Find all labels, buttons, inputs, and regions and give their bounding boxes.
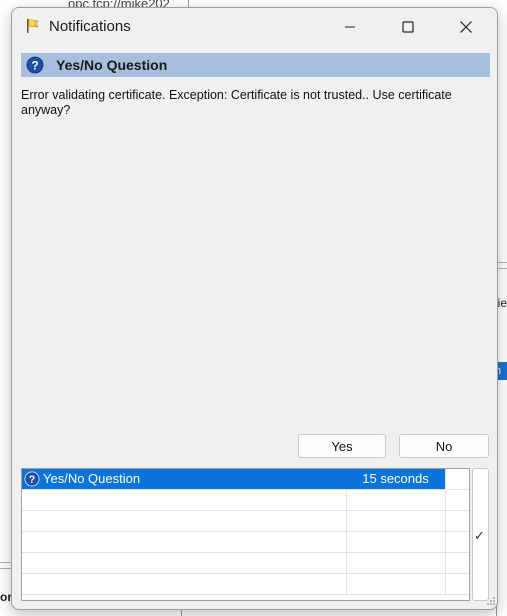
list-item-time[interactable]: [346, 532, 446, 552]
question-header-title: Yes/No Question: [56, 57, 168, 73]
no-button[interactable]: No: [399, 434, 489, 458]
list-item-title-cell[interactable]: [22, 532, 347, 552]
close-button[interactable]: [437, 8, 495, 45]
question-icon: ?: [24, 471, 40, 487]
question-icon: ?: [26, 56, 44, 74]
notification-list[interactable]: ? Yes/No Question 15 seconds: [21, 468, 470, 601]
list-item[interactable]: [22, 511, 469, 532]
app-icon: [27, 19, 39, 33]
list-item[interactable]: ? Yes/No Question 15 seconds: [22, 469, 469, 490]
svg-text:?: ?: [29, 474, 36, 486]
window-title: Notifications: [49, 18, 131, 35]
list-item-title-cell[interactable]: [22, 511, 347, 531]
yes-button[interactable]: Yes: [298, 434, 386, 458]
list-item-time[interactable]: [346, 553, 446, 573]
list-item-time[interactable]: 15 seconds: [346, 469, 446, 489]
minimize-button[interactable]: [321, 8, 379, 45]
list-item-title-cell[interactable]: [22, 574, 347, 594]
list-item[interactable]: [22, 532, 469, 553]
background-divider: [0, 568, 11, 569]
list-item-title-cell[interactable]: [22, 553, 347, 573]
list-item-time[interactable]: [346, 511, 446, 531]
title-bar[interactable]: Notifications: [12, 8, 497, 45]
minimize-icon: [345, 26, 355, 27]
list-item-time[interactable]: [346, 574, 446, 594]
resize-grip-icon[interactable]: [486, 596, 496, 606]
maximize-button[interactable]: [379, 8, 437, 45]
message-text: Error validating certificate. Exception:…: [21, 88, 452, 117]
list-item[interactable]: [22, 574, 469, 595]
list-item[interactable]: [22, 553, 469, 574]
check-icon[interactable]: ✓: [474, 528, 485, 544]
list-item[interactable]: [22, 490, 469, 511]
svg-text:?: ?: [31, 59, 38, 73]
question-header: ? Yes/No Question: [21, 53, 490, 77]
background-text-fragment: ie: [497, 296, 507, 310]
notifications-window: Notifications ? Yes/No Question Error va…: [11, 7, 498, 610]
background-divider: [0, 562, 11, 563]
list-item-title-cell[interactable]: ? Yes/No Question: [22, 469, 347, 489]
list-item-title-cell[interactable]: [22, 490, 347, 510]
list-item-title: Yes/No Question: [43, 471, 141, 486]
maximize-icon: [402, 20, 414, 33]
list-item-time[interactable]: [346, 490, 446, 510]
close-icon: [460, 20, 472, 33]
